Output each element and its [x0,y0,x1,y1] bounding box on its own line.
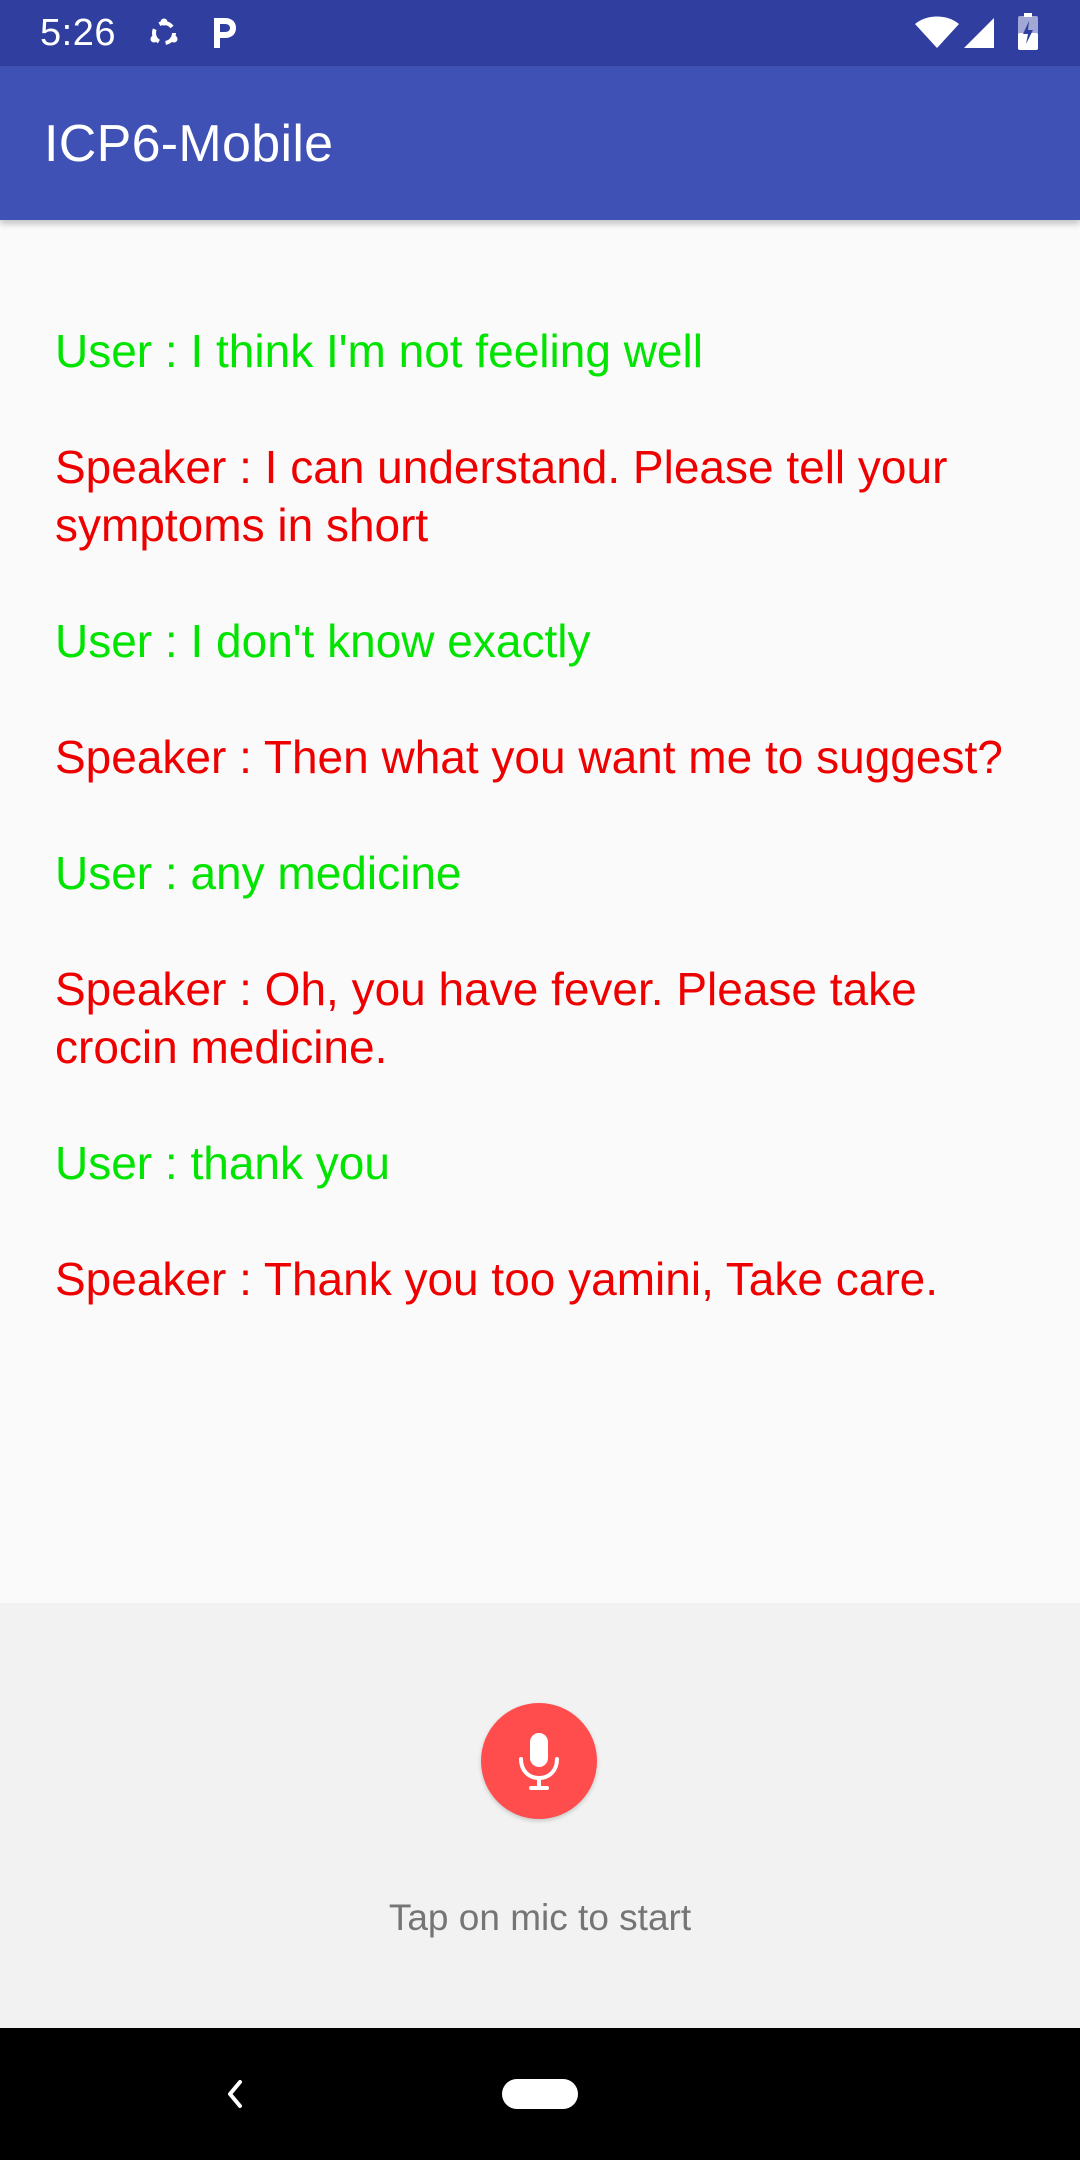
speaker-message: Speaker : Then what you want me to sugge… [55,731,1003,783]
microphone-icon [519,1733,559,1790]
home-pill-icon[interactable] [502,2079,578,2109]
back-chevron-icon[interactable] [222,2076,248,2112]
conversation-log: User : I think I'm not feeling well Spea… [55,322,1035,1366]
mic-button[interactable] [481,1703,597,1819]
mic-hint-text: Tap on mic to start [388,1897,692,1938]
user-message: User : any medicine [55,847,462,899]
user-message: User : I think I'm not feeling well [55,325,703,377]
app-bar: ICP6-Mobile [0,66,1080,220]
user-message: User : I don't know exactly [55,615,591,667]
app-title: ICP6-Mobile [44,115,334,173]
signal-icon [964,18,994,48]
status-bar: 5:26 [0,0,1080,66]
speaker-message: Speaker : I can understand. Please tell … [55,441,961,551]
sync-icon [150,18,178,45]
parking-icon [214,18,236,48]
speaker-message: Speaker : Oh, you have fever. Please tak… [55,963,930,1073]
battery-icon [1018,13,1038,50]
user-message: User : thank you [55,1137,390,1189]
wifi-icon [915,16,959,48]
speaker-message: Speaker : Thank you too yamini, Take car… [55,1253,939,1305]
status-time: 5:26 [40,12,116,54]
